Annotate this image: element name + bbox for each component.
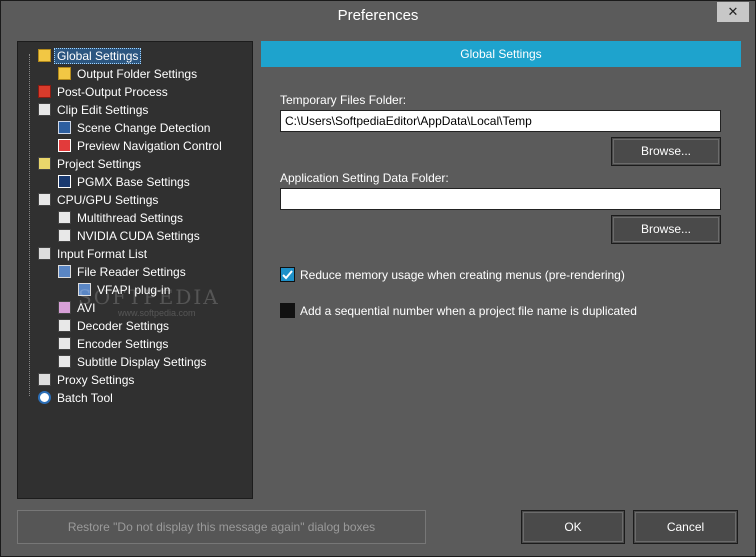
settings-page-icon xyxy=(58,337,71,350)
tree-item-label: Input Format List xyxy=(57,247,148,261)
tree-item-post-output-process[interactable]: Post-Output Process xyxy=(38,83,171,101)
scene-icon xyxy=(58,121,71,134)
tree-item-project-settings[interactable]: Project Settings xyxy=(38,155,144,173)
reduce-memory-checkbox[interactable] xyxy=(280,267,295,282)
title-bar: Preferences ✕ xyxy=(1,1,755,32)
browse-label: Browse... xyxy=(640,144,691,158)
proxy-icon xyxy=(38,373,51,386)
tree-item-label: CPU/GPU Settings xyxy=(57,193,159,207)
tree-item-proxy-settings[interactable]: Proxy Settings xyxy=(38,371,137,389)
tree-item-scene-change-detection[interactable]: Scene Change Detection xyxy=(58,119,213,137)
settings-page-icon xyxy=(58,211,71,224)
temp-folder-label: Temporary Files Folder: xyxy=(280,93,407,107)
tree-item-label: PGMX Base Settings xyxy=(77,175,190,189)
window-title: Preferences xyxy=(337,7,419,24)
tree-item-label: NVIDIA CUDA Settings xyxy=(77,229,200,243)
folder-icon xyxy=(58,67,71,80)
close-button[interactable]: ✕ xyxy=(717,2,749,22)
list-icon xyxy=(38,247,51,260)
tree-item-label: Scene Change Detection xyxy=(77,121,211,135)
settings-page-icon xyxy=(58,355,71,368)
tree-item-label: Batch Tool xyxy=(57,391,113,405)
tree-item-output-folder-settings[interactable]: Output Folder Settings xyxy=(58,65,200,83)
tree-item-label: Multithread Settings xyxy=(77,211,184,225)
checkmark-icon xyxy=(282,270,293,280)
ok-label: OK xyxy=(564,520,582,534)
tree-item-label: Project Settings xyxy=(57,157,142,171)
tree-item-nvidia-cuda-settings[interactable]: NVIDIA CUDA Settings xyxy=(58,227,203,245)
app-folder-input[interactable] xyxy=(280,188,721,210)
tree-item-label: Subtitle Display Settings xyxy=(77,355,207,369)
preferences-window: Preferences ✕ Global Settings Output Fol… xyxy=(0,0,756,557)
settings-page-icon xyxy=(38,103,51,116)
navigation-icon xyxy=(58,139,71,152)
cancel-button[interactable]: Cancel xyxy=(633,510,738,544)
tree-item-label: Post-Output Process xyxy=(57,85,168,99)
tree-item-preview-navigation-control[interactable]: Preview Navigation Control xyxy=(58,137,225,155)
tree-item-label: Proxy Settings xyxy=(57,373,135,387)
tree-item-avi[interactable]: AVI xyxy=(58,299,98,317)
tree-item-label: VFAPI plug-in xyxy=(97,283,171,297)
tree-item-subtitle-display-settings[interactable]: Subtitle Display Settings xyxy=(58,353,209,371)
tree-item-label: Clip Edit Settings xyxy=(57,103,149,117)
browse-label: Browse... xyxy=(640,222,691,236)
sequential-number-checkbox[interactable] xyxy=(280,303,295,318)
tree-item-global-settings[interactable]: Global Settings xyxy=(38,47,142,65)
tree-item-label: Decoder Settings xyxy=(77,319,170,333)
sequential-number-label[interactable]: Add a sequential number when a project f… xyxy=(300,304,637,318)
process-icon xyxy=(38,85,51,98)
tree-item-label: Preview Navigation Control xyxy=(77,139,222,153)
temp-folder-input[interactable]: C:\Users\SoftpediaEditor\AppData\Local\T… xyxy=(280,110,721,132)
browse-temp-button[interactable]: Browse... xyxy=(611,137,721,166)
tree-connector-line xyxy=(29,54,30,396)
clock-icon xyxy=(38,391,51,404)
settings-page-icon xyxy=(58,319,71,332)
tree-item-input-format-list[interactable]: Input Format List xyxy=(38,245,150,263)
tree-item-file-reader-settings[interactable]: File Reader Settings xyxy=(58,263,189,281)
folder-icon xyxy=(38,49,51,62)
settings-panel: Global Settings Temporary Files Folder: … xyxy=(261,41,741,499)
tree-item-decoder-settings[interactable]: Decoder Settings xyxy=(58,317,172,335)
panel-header: Global Settings xyxy=(261,41,741,67)
tree-item-clip-edit-settings[interactable]: Clip Edit Settings xyxy=(38,101,151,119)
browse-app-button[interactable]: Browse... xyxy=(611,215,721,244)
app-folder-label: Application Setting Data Folder: xyxy=(280,171,449,185)
cancel-label: Cancel xyxy=(666,520,705,534)
settings-page-icon xyxy=(38,193,51,206)
reduce-memory-label[interactable]: Reduce memory usage when creating menus … xyxy=(300,268,625,282)
project-icon xyxy=(38,157,51,170)
tree-item-label: AVI xyxy=(77,301,96,315)
restore-dialogs-button[interactable]: Restore "Do not display this message aga… xyxy=(17,510,426,544)
tree-item-multithread-settings[interactable]: Multithread Settings xyxy=(58,209,186,227)
tree-item-label: Encoder Settings xyxy=(77,337,169,351)
tree-item-batch-tool[interactable]: Batch Tool xyxy=(38,389,116,407)
settings-tree: Global Settings Output Folder Settings P… xyxy=(17,41,253,499)
tree-item-encoder-settings[interactable]: Encoder Settings xyxy=(58,335,171,353)
tree-item-label: Output Folder Settings xyxy=(77,67,198,81)
tree-item-label: Global Settings xyxy=(54,48,142,64)
file-reader-icon xyxy=(58,265,71,278)
avi-icon xyxy=(58,301,71,314)
close-icon: ✕ xyxy=(727,4,739,19)
plugin-icon xyxy=(78,283,91,296)
pgmx-icon xyxy=(58,175,71,188)
tree-item-pgmx-base-settings[interactable]: PGMX Base Settings xyxy=(58,173,193,191)
tree-item-cpu-gpu-settings[interactable]: CPU/GPU Settings xyxy=(38,191,161,209)
ok-button[interactable]: OK xyxy=(521,510,625,544)
tree-item-label: File Reader Settings xyxy=(77,265,186,279)
settings-page-icon xyxy=(58,229,71,242)
tree-item-vfapi-plug-in[interactable]: VFAPI plug-in xyxy=(78,281,173,299)
